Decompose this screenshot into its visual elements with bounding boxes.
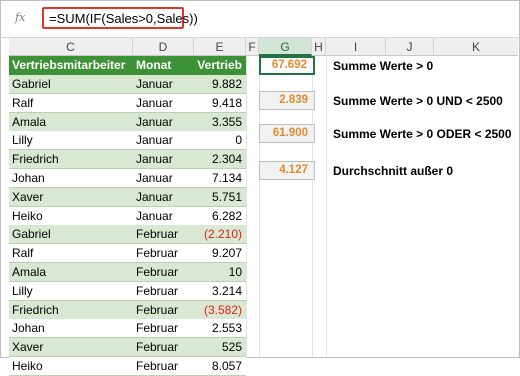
column-header-i[interactable]: I [326,38,386,56]
column-header-g[interactable]: G [259,38,312,56]
result-cell-average-excl-zero[interactable]: 4.127 [259,161,315,180]
cell-month[interactable]: Januar [133,207,194,226]
cell-salesperson[interactable]: Amala [9,113,133,132]
cell-month[interactable]: Februar [133,225,194,244]
cell-salesperson[interactable]: Johan [9,319,133,338]
cell-month[interactable]: Januar [133,75,194,94]
cell-salesperson[interactable]: Ralf [9,244,133,263]
result-cell-sum-positive-lt-2500[interactable]: 2.839 [259,91,315,110]
cell-sales[interactable]: 7.134 [194,169,246,188]
cell-sales[interactable]: 9.882 [194,75,246,94]
cell-sales[interactable]: 9.418 [194,94,246,113]
cell-sales[interactable]: (3.582) [194,301,246,320]
cell-sales[interactable]: 3.355 [194,113,246,132]
cell-salesperson[interactable]: Friedrich [9,301,133,320]
cell-month[interactable]: Januar [133,131,194,150]
column-header-j[interactable]: J [386,38,434,56]
formula-input[interactable]: =SUM(IF(Sales>0,Sales)) [49,11,198,26]
cell-month[interactable]: Februar [133,301,194,320]
cell-sales[interactable]: (2.210) [194,225,246,244]
result-cell-sum-positive[interactable]: 67.692 [259,56,315,75]
cell-salesperson[interactable]: Gabriel [9,75,133,94]
table-header-sales[interactable]: Vertrieb [194,56,246,75]
cell-month[interactable]: Februar [133,282,194,301]
cell-sales[interactable]: 0 [194,131,246,150]
column-header-e[interactable]: E [194,38,246,56]
cell-month[interactable]: Januar [133,150,194,169]
cell-salesperson[interactable]: Lilly [9,131,133,150]
cell-salesperson[interactable]: Heiko [9,207,133,226]
table-header-salesperson[interactable]: Vertriebsmitarbeiter [9,56,133,75]
cell-month[interactable]: Januar [133,188,194,207]
cell-sales[interactable]: 3.214 [194,282,246,301]
cell-month[interactable]: Februar [133,244,194,263]
column-header-d[interactable]: D [133,38,194,56]
cell-month[interactable]: Januar [133,169,194,188]
cell-month[interactable]: Februar [133,263,194,282]
cell-month[interactable]: Februar [133,319,194,338]
cell-salesperson[interactable]: Gabriel [9,225,133,244]
cell-sales[interactable]: 2.553 [194,319,246,338]
cell-month[interactable]: Januar [133,113,194,132]
formula-bar: fx =SUM(IF(Sales>0,Sales)) [1,1,519,37]
column-header-c[interactable]: C [9,38,133,56]
cell-salesperson[interactable]: Johan [9,169,133,188]
cell-salesperson[interactable]: Xaver [9,338,133,357]
gridline [326,56,327,356]
column-header-k[interactable]: K [434,38,518,56]
result-cell-sum-positive-or-lt-2500[interactable]: 61.900 [259,124,315,143]
result-label-average-excl-zero: Durchschnitt außer 0 [333,164,454,178]
result-label-sum-positive: Summe Werte > 0 [333,59,434,73]
cell-sales[interactable]: 5.751 [194,188,246,207]
cell-sales[interactable]: 2.304 [194,150,246,169]
result-label-sum-positive-lt-2500: Summe Werte > 0 UND < 2500 [333,94,503,108]
cell-salesperson[interactable]: Friedrich [9,150,133,169]
cell-salesperson[interactable]: Amala [9,263,133,282]
cell-month[interactable]: Februar [133,357,194,376]
table-header-month[interactable]: Monat [133,56,194,75]
cell-salesperson[interactable]: Xaver [9,188,133,207]
column-header-h[interactable]: H [312,38,326,56]
result-label-sum-positive-or-lt-2500: Summe Werte > 0 ODER < 2500 [333,127,512,141]
cell-month[interactable]: Februar [133,338,194,357]
gridline [246,56,247,356]
cell-sales[interactable]: 8.057 [194,357,246,376]
cell-sales[interactable]: 9.207 [194,244,246,263]
cell-sales[interactable]: 525 [194,338,246,357]
cell-salesperson[interactable]: Heiko [9,357,133,376]
fx-icon[interactable]: fx [15,11,25,24]
cell-salesperson[interactable]: Lilly [9,282,133,301]
cell-sales[interactable]: 6.282 [194,207,246,226]
cell-sales[interactable]: 10 [194,263,246,282]
column-header-f[interactable]: F [246,38,259,56]
cell-salesperson[interactable]: Ralf [9,94,133,113]
cell-month[interactable]: Januar [133,94,194,113]
